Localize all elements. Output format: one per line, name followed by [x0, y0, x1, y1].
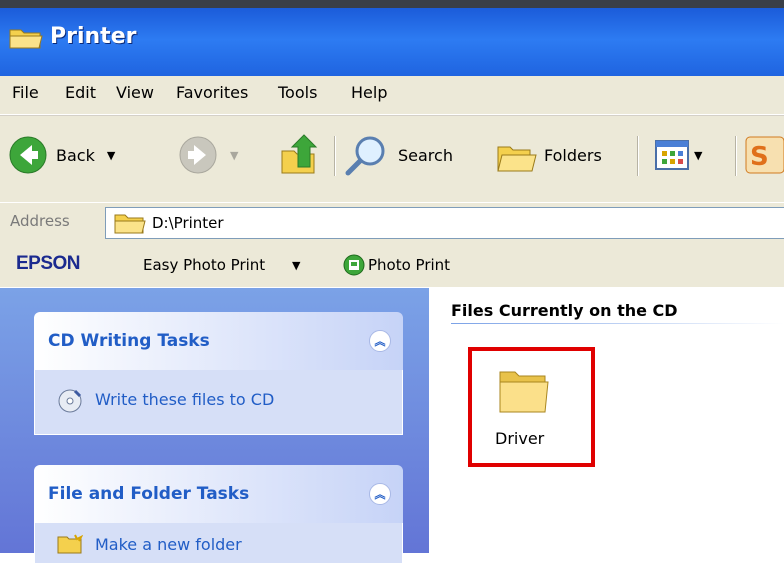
address-input[interactable]: D:\Printer: [105, 207, 784, 239]
title-bar[interactable]: Printer: [0, 0, 784, 76]
make-new-folder-link[interactable]: Make a new folder: [95, 535, 242, 554]
forward-arrow-icon: [179, 136, 217, 174]
back-arrow-icon: [9, 136, 47, 174]
cd-writing-tasks-panel: CD Writing Tasks ︽ Write these files to …: [34, 312, 403, 435]
menu-help[interactable]: Help: [351, 83, 387, 102]
file-folder-tasks-body: Make a new folder: [34, 523, 403, 564]
up-folder-button[interactable]: [278, 131, 322, 179]
cd-writing-tasks-header[interactable]: CD Writing Tasks ︽: [34, 312, 403, 370]
menu-file[interactable]: File: [12, 83, 39, 102]
search-button[interactable]: Search: [344, 131, 453, 179]
address-label: Address: [10, 212, 70, 230]
views-dropdown-icon[interactable]: ▼: [694, 149, 702, 162]
menu-edit[interactable]: Edit: [65, 83, 96, 102]
forward-button[interactable]: ▼: [178, 131, 238, 179]
file-folder-tasks-title: File and Folder Tasks: [48, 484, 250, 504]
snagit-icon: S: [745, 136, 784, 174]
toolbar: Back ▼ ▼ Search Folders ▼ S: [0, 115, 784, 202]
search-icon: [345, 136, 385, 176]
menu-tools[interactable]: Tools: [278, 83, 317, 102]
write-cd-icon: [58, 389, 82, 413]
file-folder-tasks-header[interactable]: File and Folder Tasks ︽: [34, 465, 403, 523]
search-label: Search: [398, 145, 453, 165]
section-divider: [451, 323, 784, 324]
folder-icon: [9, 29, 43, 49]
write-files-to-cd-link[interactable]: Write these files to CD: [95, 390, 274, 409]
snagit-button[interactable]: S: [744, 131, 784, 179]
toolbar-separator: [334, 136, 336, 176]
forward-dropdown-icon[interactable]: ▼: [230, 149, 238, 162]
toolbar-separator: [637, 136, 639, 176]
collapse-chevron-icon[interactable]: ︽: [369, 330, 391, 352]
folders-label: Folders: [544, 145, 602, 165]
folder-icon: [114, 214, 146, 234]
photo-print-button[interactable]: Photo Print: [368, 256, 450, 274]
folder-icon[interactable]: [497, 364, 551, 416]
epson-logo: EPSON: [16, 253, 81, 274]
new-folder-icon: [57, 534, 83, 554]
easy-photo-print-button[interactable]: Easy Photo Print: [143, 256, 265, 274]
back-label: Back: [56, 145, 95, 165]
views-button[interactable]: ▼: [652, 131, 702, 179]
task-pane: CD Writing Tasks ︽ Write these files to …: [0, 288, 429, 564]
collapse-chevron-icon[interactable]: ︽: [369, 483, 391, 505]
menu-view[interactable]: View: [116, 83, 154, 102]
views-icon: [655, 140, 689, 170]
menu-favorites[interactable]: Favorites: [176, 83, 248, 102]
cd-writing-tasks-body: Write these files to CD: [34, 370, 403, 435]
menu-bar: File Edit View Favorites Tools Help: [0, 76, 784, 115]
address-bar: Address D:\Printer: [0, 202, 784, 244]
desktop-strip: [0, 0, 784, 8]
back-button[interactable]: Back ▼: [8, 131, 115, 179]
window-title: Printer: [50, 24, 137, 49]
folders-button[interactable]: Folders: [494, 131, 602, 179]
photo-print-icon: [343, 254, 365, 276]
epson-toolbar: EPSON Easy Photo Print ▼ Photo Print: [0, 243, 784, 287]
folders-icon: [497, 146, 537, 172]
file-folder-tasks-panel: File and Folder Tasks ︽ Make a new folde…: [34, 465, 403, 564]
toolbar-separator: [735, 136, 737, 176]
up-folder-icon: [281, 134, 318, 174]
section-title: Files Currently on the CD: [451, 301, 678, 320]
easy-photo-print-dropdown-icon[interactable]: ▼: [292, 259, 300, 272]
folder-label-driver[interactable]: Driver: [495, 429, 544, 448]
svg-text:S: S: [750, 142, 769, 172]
back-dropdown-icon[interactable]: ▼: [107, 149, 115, 162]
address-value: D:\Printer: [152, 214, 224, 232]
cd-writing-tasks-title: CD Writing Tasks: [48, 331, 210, 351]
